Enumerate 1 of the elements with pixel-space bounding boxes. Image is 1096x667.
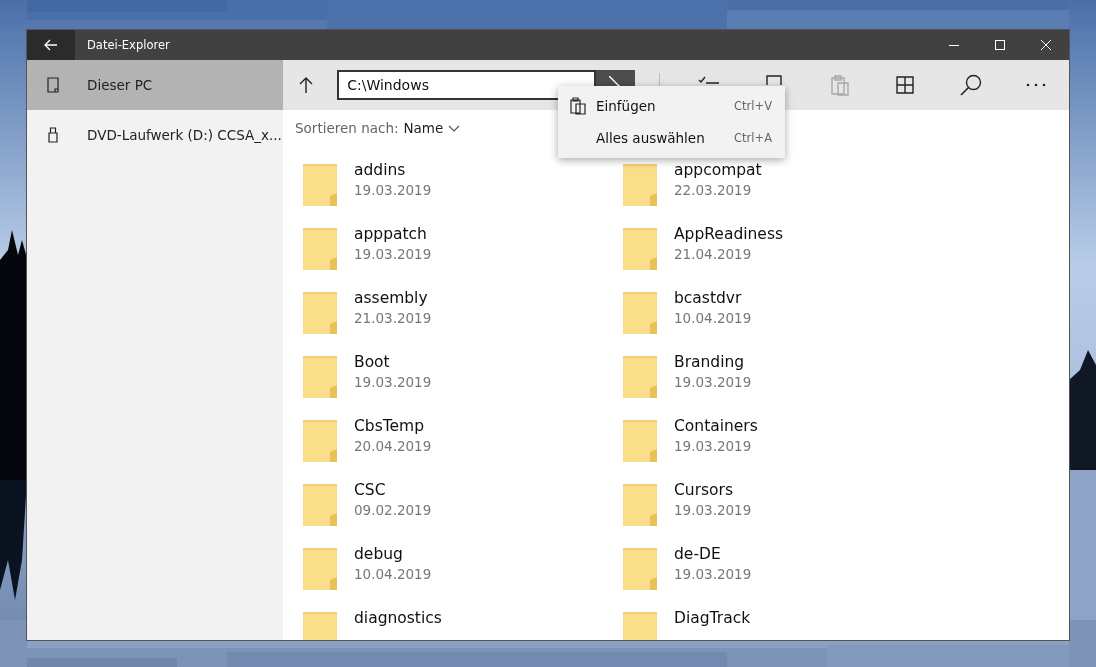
window-title: Datei-Explorer xyxy=(87,38,171,52)
